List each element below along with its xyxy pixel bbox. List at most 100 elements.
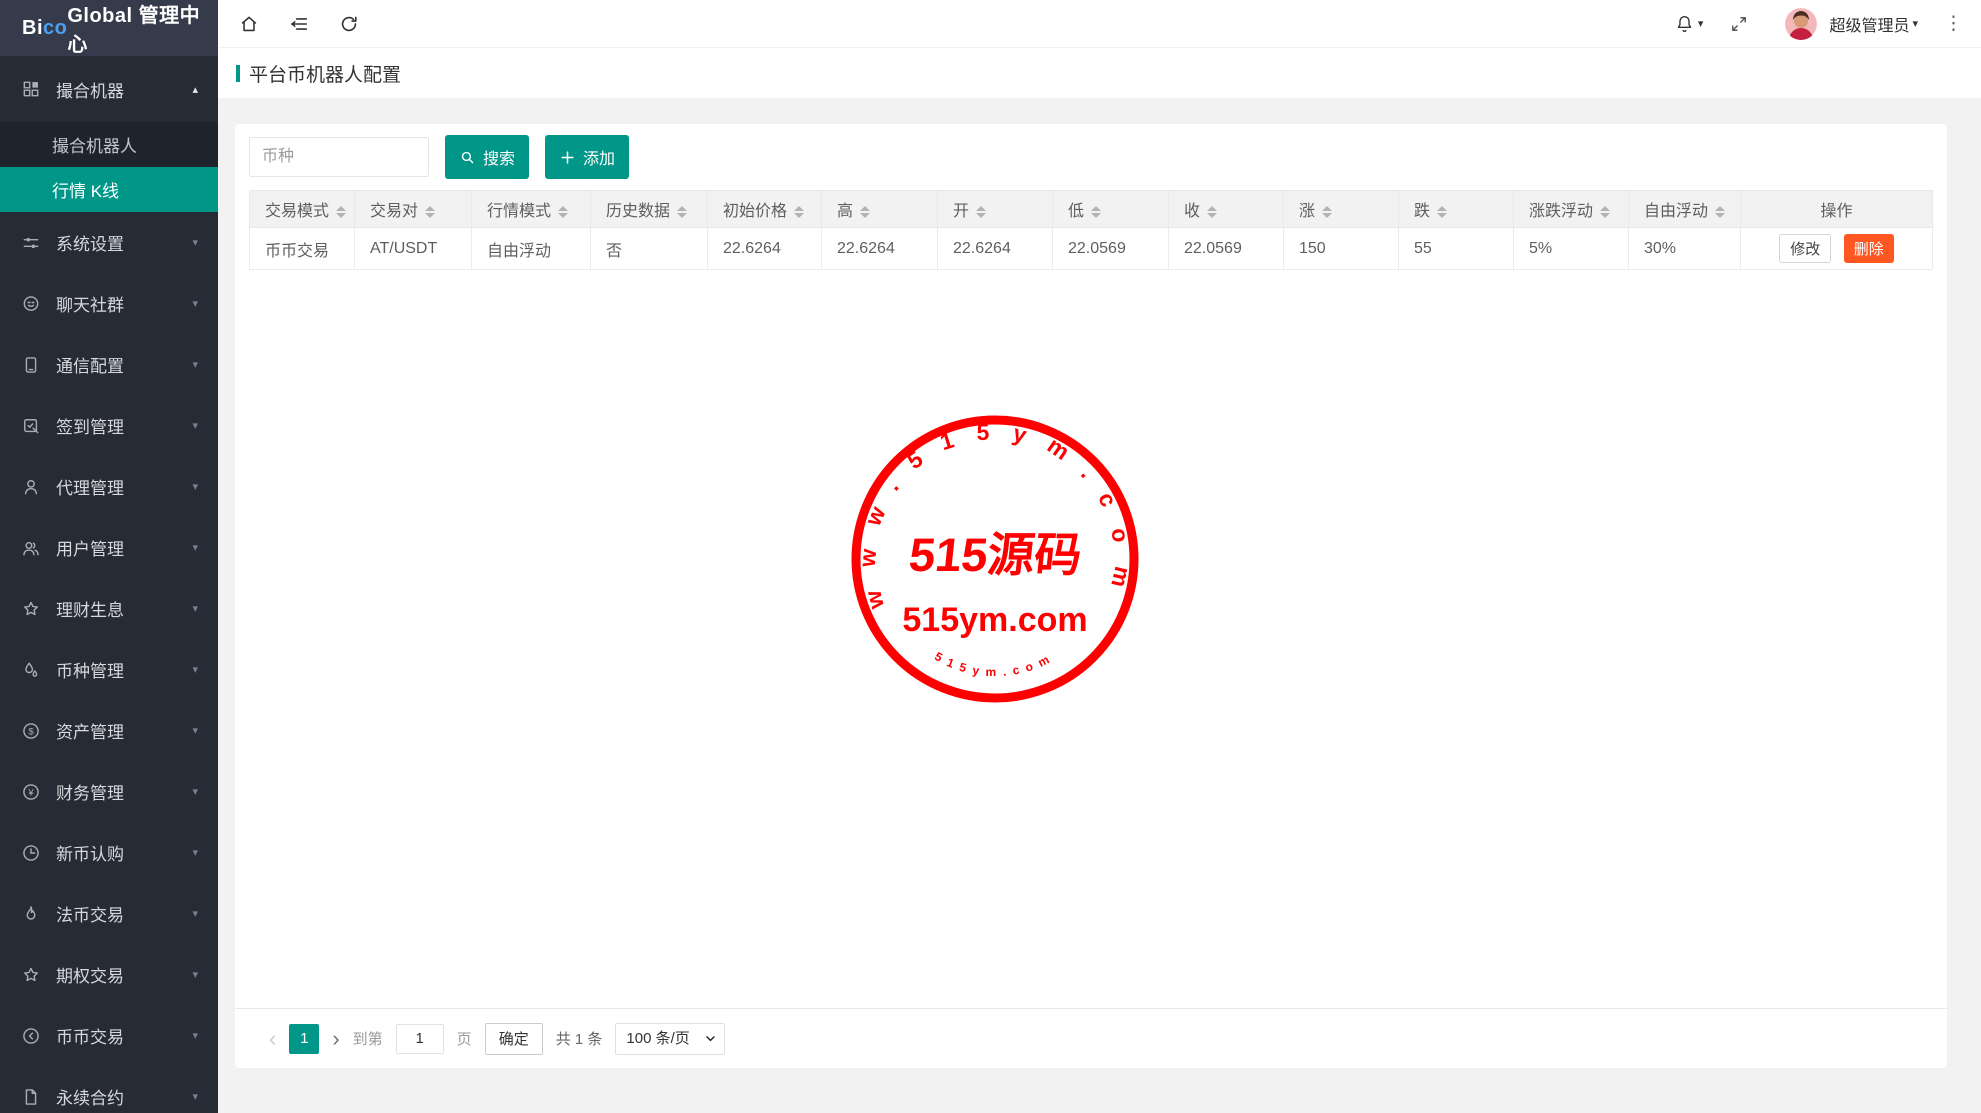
- note-pen-icon: [21, 416, 41, 436]
- person-icon: [21, 477, 41, 497]
- cell-rise: 150: [1284, 228, 1399, 270]
- sidebar-item-coin-management[interactable]: 币种管理 ▾: [0, 639, 218, 700]
- caret-down-icon: ▾: [192, 480, 198, 493]
- cell-trade-mode: 币币交易: [250, 228, 355, 270]
- people-icon: [21, 538, 41, 558]
- fullscreen-icon[interactable]: [1729, 14, 1749, 34]
- column-header-low[interactable]: 低: [1053, 191, 1169, 228]
- caret-down-icon: ▾: [192, 419, 198, 432]
- admin-label: 超级管理员: [1829, 12, 1909, 36]
- sidebar-item-label: 资产管理: [56, 718, 124, 743]
- cell-low: 22.0569: [1053, 228, 1169, 270]
- sort-icon[interactable]: [1437, 206, 1447, 218]
- card: 搜索 添加 交易模式 交易对 行情模式: [235, 124, 1947, 1068]
- add-button-label: 添加: [583, 145, 615, 169]
- column-header-close[interactable]: 收: [1169, 191, 1284, 228]
- caret-down-icon: ▾: [192, 907, 198, 920]
- home-icon[interactable]: [238, 13, 260, 35]
- column-header-high[interactable]: 高: [822, 191, 938, 228]
- sidebar-item-fiat-trade[interactable]: 法币交易 ▾: [0, 883, 218, 944]
- sidebar-item-agent[interactable]: 代理管理 ▾: [0, 456, 218, 517]
- sidebar-item-spot-trade[interactable]: 币币交易 ▾: [0, 1005, 218, 1066]
- column-header-trade-mode[interactable]: 交易模式: [250, 191, 355, 228]
- chevron-right-icon[interactable]: ›: [332, 1028, 339, 1050]
- sidebar-item-matching-engine[interactable]: 撮合机器 ▴: [0, 56, 218, 122]
- sidebar-subitem-matching-robot[interactable]: 撮合机器人: [0, 122, 218, 167]
- sort-icon[interactable]: [677, 206, 687, 218]
- sidebar-item-options-trade[interactable]: 期权交易 ▾: [0, 944, 218, 1005]
- sort-icon[interactable]: [1091, 206, 1101, 218]
- caret-down-icon: ▾: [192, 541, 198, 554]
- column-header-history-data[interactable]: 历史数据: [591, 191, 708, 228]
- sort-icon[interactable]: [1715, 206, 1725, 218]
- sort-icon[interactable]: [860, 206, 870, 218]
- caret-down-icon: ▾: [192, 663, 198, 676]
- column-header-initial-price[interactable]: 初始价格: [708, 191, 822, 228]
- edit-button[interactable]: 修改: [1779, 234, 1831, 263]
- sort-icon[interactable]: [558, 206, 568, 218]
- cell-market-mode: 自由浮动: [472, 228, 591, 270]
- confirm-page-button[interactable]: 确定: [485, 1023, 543, 1055]
- add-button[interactable]: 添加: [545, 135, 629, 179]
- sort-icon[interactable]: [794, 206, 804, 218]
- goto-suffix-label: 页: [457, 1028, 472, 1049]
- sidebar-item-assets[interactable]: 资产管理 ▾: [0, 700, 218, 761]
- column-header-fall[interactable]: 跌: [1399, 191, 1514, 228]
- column-header-fluctuation[interactable]: 涨跌浮动: [1514, 191, 1629, 228]
- sidebar-item-checkin[interactable]: 签到管理 ▾: [0, 395, 218, 456]
- admin-menu[interactable]: 超级管理员 ▾: [1829, 12, 1918, 36]
- caret-down-icon: ▾: [192, 846, 198, 859]
- cell-pair: AT/USDT: [355, 228, 472, 270]
- sidebar-item-label: 新币认购: [56, 840, 124, 865]
- yen-circle-icon: [21, 782, 41, 802]
- caret-down-icon: ▾: [192, 297, 198, 310]
- sidebar-item-wealth[interactable]: 理财生息 ▾: [0, 578, 218, 639]
- notifications-button[interactable]: ▾: [1674, 13, 1704, 34]
- collapse-sidebar-icon[interactable]: [288, 13, 310, 35]
- caret-down-icon: ▾: [1698, 17, 1704, 30]
- avatar[interactable]: [1785, 8, 1817, 40]
- brand-part2: co: [43, 17, 67, 40]
- column-header-pair[interactable]: 交易对: [355, 191, 472, 228]
- sidebar-item-finance[interactable]: 财务管理 ▾: [0, 761, 218, 822]
- subitem-label: 撮合机器人: [52, 132, 137, 157]
- title-accent-bar: [236, 65, 240, 82]
- cell-high: 22.6264: [822, 228, 938, 270]
- tablet-icon: [21, 355, 41, 375]
- caret-down-icon: ▾: [192, 724, 198, 737]
- sort-icon[interactable]: [1207, 206, 1217, 218]
- cell-history-data: 否: [591, 228, 708, 270]
- page-size-select[interactable]: 100 条/页: [615, 1023, 725, 1055]
- sidebar-item-system-settings[interactable]: 系统设置 ▾: [0, 212, 218, 273]
- column-header-rise[interactable]: 涨: [1284, 191, 1399, 228]
- column-header-free-float[interactable]: 自由浮动: [1629, 191, 1741, 228]
- sidebar-item-users[interactable]: 用户管理 ▾: [0, 517, 218, 578]
- refresh-icon[interactable]: [338, 13, 360, 35]
- caret-down-icon: ▾: [192, 785, 198, 798]
- caret-down-icon: ▾: [192, 1029, 198, 1042]
- sort-icon[interactable]: [425, 206, 435, 218]
- chevron-left-icon[interactable]: ‹: [269, 1028, 276, 1050]
- sort-icon[interactable]: [976, 206, 986, 218]
- search-input[interactable]: [249, 137, 429, 177]
- search-button[interactable]: 搜索: [445, 135, 529, 179]
- sidebar-item-label: 期权交易: [56, 962, 124, 987]
- sort-icon[interactable]: [336, 206, 346, 218]
- column-header-open[interactable]: 开: [938, 191, 1053, 228]
- current-page-button[interactable]: 1: [289, 1024, 319, 1054]
- more-menu-icon[interactable]: ⋮: [1944, 14, 1963, 33]
- sidebar-item-new-coin[interactable]: 新币认购 ▾: [0, 822, 218, 883]
- sidebar-subitem-kline[interactable]: 行情 K线: [0, 167, 218, 212]
- subitem-label: 行情 K线: [52, 177, 119, 202]
- sidebar-item-comm-config[interactable]: 通信配置 ▾: [0, 334, 218, 395]
- matching-engine-submenu: 撮合机器人 行情 K线: [0, 122, 218, 212]
- table-empty-area: [235, 270, 1947, 1008]
- sidebar-item-chat-community[interactable]: 聊天社群 ▾: [0, 273, 218, 334]
- delete-button[interactable]: 删除: [1844, 234, 1894, 263]
- column-header-market-mode[interactable]: 行情模式: [472, 191, 591, 228]
- goto-page-input[interactable]: [396, 1024, 444, 1054]
- sidebar-item-perpetual[interactable]: 永续合约 ▾: [0, 1066, 218, 1113]
- sidebar-item-label: 签到管理: [56, 413, 124, 438]
- sort-icon[interactable]: [1600, 206, 1610, 218]
- sort-icon[interactable]: [1322, 206, 1332, 218]
